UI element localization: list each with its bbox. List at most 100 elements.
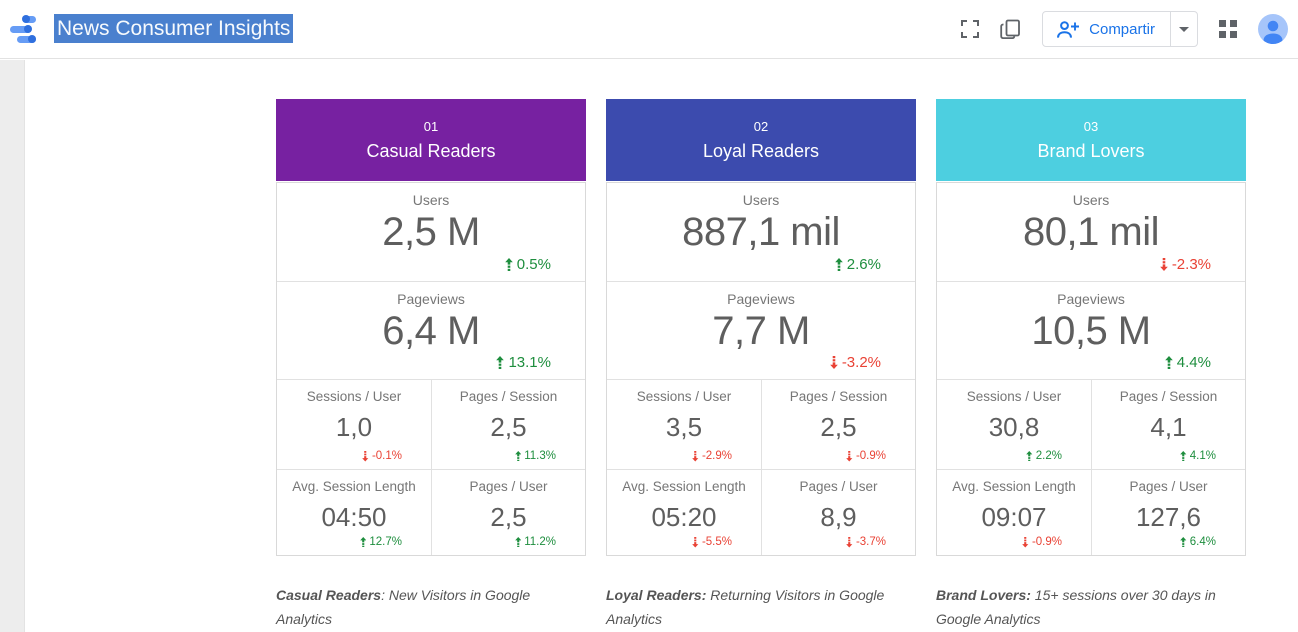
metric-label: Sessions / User xyxy=(637,389,732,404)
segment-definition-note: Loyal Readers: Returning Visitors in Goo… xyxy=(606,583,904,631)
metric-delta: -0.1% xyxy=(362,450,402,462)
person-icon xyxy=(1258,14,1288,44)
metric-delta: -3.2% xyxy=(830,354,881,371)
metric-delta: -0.9% xyxy=(846,450,886,462)
report-title[interactable]: News Consumer Insights xyxy=(54,16,293,42)
scorecard-row: Avg. Session Length 04:50 12.7% Pages / … xyxy=(277,469,585,555)
copy-pages-icon[interactable] xyxy=(1000,19,1021,40)
metric-delta: 4.4% xyxy=(1165,354,1211,371)
share-button[interactable]: Compartir xyxy=(1043,12,1170,46)
delta-arrow-icon xyxy=(496,356,504,369)
metric-label: Sessions / User xyxy=(967,389,1062,404)
metric-value: 2,5 xyxy=(490,412,526,442)
scorecard-users: Users 2,5 M 0.5% xyxy=(277,183,585,281)
metric-label: Pageviews xyxy=(397,291,465,307)
delta-arrow-icon xyxy=(846,537,853,548)
metric-label: Pages / User xyxy=(1129,479,1207,494)
metric-delta: 6.4% xyxy=(1180,536,1216,548)
metric-value: 4,1 xyxy=(1150,412,1186,442)
metric-value: 09:07 xyxy=(981,502,1046,532)
metric-value: 2,5 xyxy=(820,412,856,442)
delta-arrow-icon xyxy=(692,451,699,462)
metric-label: Users xyxy=(1073,192,1110,208)
metric-label: Pages / Session xyxy=(790,389,888,404)
delta-arrow-icon xyxy=(362,451,369,462)
app-topbar: News Consumer Insights Compartir xyxy=(0,0,1298,59)
scorecard-users: Users 80,1 mil -2.3% xyxy=(937,183,1245,281)
card-header: 02 Loyal Readers xyxy=(606,99,916,181)
metric-value: 887,1 mil xyxy=(682,209,840,255)
delta-arrow-icon xyxy=(830,356,838,369)
scorecard-row: Avg. Session Length 09:07 -0.9% Pages / … xyxy=(937,469,1245,555)
metric-value: 7,7 M xyxy=(712,308,810,354)
delta-arrow-icon xyxy=(1026,451,1033,462)
card-number: 02 xyxy=(606,119,916,134)
card-header: 01 Casual Readers xyxy=(276,99,586,181)
scorecard-sessions-per-user: Sessions / User 30,8 2.2% xyxy=(937,380,1091,469)
metric-value: 1,0 xyxy=(336,412,372,442)
card-header: 03 Brand Lovers xyxy=(936,99,1246,181)
metric-value: 80,1 mil xyxy=(1023,209,1159,255)
scorecard-pages-per-session: Pages / Session 4,1 4.1% xyxy=(1091,380,1245,469)
metric-delta: -2.9% xyxy=(692,450,732,462)
segment-definition-note: Casual Readers: New Visitors in Google A… xyxy=(276,583,574,631)
card-number: 01 xyxy=(276,119,586,134)
metric-value: 30,8 xyxy=(989,412,1040,442)
person-add-icon xyxy=(1056,20,1079,39)
metric-label: Sessions / User xyxy=(307,389,402,404)
metric-label: Avg. Session Length xyxy=(952,479,1076,494)
delta-arrow-icon xyxy=(846,451,853,462)
share-button-label: Compartir xyxy=(1089,21,1155,38)
card-title: Loyal Readers xyxy=(606,141,916,162)
metric-value: 6,4 M xyxy=(382,308,480,354)
metric-delta: 4.1% xyxy=(1180,450,1216,462)
user-avatar[interactable] xyxy=(1258,14,1288,44)
scorecard-avg-session-length: Avg. Session Length 05:20 -5.5% xyxy=(607,470,761,555)
metric-label: Pageviews xyxy=(727,291,795,307)
report-title-selected-text[interactable]: News Consumer Insights xyxy=(54,14,293,43)
segment-card-brand-lovers: 03 Brand Lovers Users 80,1 mil -2.3% Pag… xyxy=(936,99,1246,556)
delta-arrow-icon xyxy=(515,451,522,462)
scorecard-row: Avg. Session Length 05:20 -5.5% Pages / … xyxy=(607,469,915,555)
metric-label: Avg. Session Length xyxy=(292,479,416,494)
scorecard-users: Users 887,1 mil 2.6% xyxy=(607,183,915,281)
scorecard-pages-per-session: Pages / Session 2,5 -0.9% xyxy=(761,380,915,469)
metric-value: 05:20 xyxy=(651,502,716,532)
metric-label: Avg. Session Length xyxy=(622,479,746,494)
scorecard-pageviews: Pageviews 7,7 M -3.2% xyxy=(607,281,915,379)
metric-delta: 12.7% xyxy=(360,536,402,548)
delta-arrow-icon xyxy=(360,537,367,548)
delta-arrow-icon xyxy=(505,258,513,271)
canvas-left-margin xyxy=(0,60,25,632)
data-studio-logo-icon[interactable] xyxy=(10,15,37,44)
metric-label: Pageviews xyxy=(1057,291,1125,307)
scorecard-pages-per-user: Pages / User 2,5 11.2% xyxy=(431,470,585,555)
metric-value: 127,6 xyxy=(1136,502,1201,532)
scorecard-sessions-per-user: Sessions / User 3,5 -2.9% xyxy=(607,380,761,469)
delta-arrow-icon xyxy=(1165,356,1173,369)
card-title: Casual Readers xyxy=(276,141,586,162)
delta-arrow-icon xyxy=(835,258,843,271)
metric-label: Users xyxy=(413,192,450,208)
card-metrics: Users 2,5 M 0.5% Pageviews 6,4 M 13.1% S… xyxy=(276,182,586,556)
metric-delta: 0.5% xyxy=(505,256,551,273)
metric-delta: -0.9% xyxy=(1022,536,1062,548)
metric-delta: -3.7% xyxy=(846,536,886,548)
metric-label: Pages / Session xyxy=(1120,389,1218,404)
scorecard-pages-per-user: Pages / User 8,9 -3.7% xyxy=(761,470,915,555)
metric-label: Pages / User xyxy=(469,479,547,494)
share-options-dropdown[interactable] xyxy=(1170,12,1197,46)
fullscreen-icon[interactable] xyxy=(961,20,979,38)
topbar-actions: Compartir xyxy=(961,11,1288,47)
segment-definition-note: Brand Lovers: 15+ sessions over 30 days … xyxy=(936,583,1234,631)
card-title: Brand Lovers xyxy=(936,141,1246,162)
apps-grid-icon[interactable] xyxy=(1219,20,1237,38)
metric-delta: 11.3% xyxy=(515,450,556,462)
scorecard-pages-per-user: Pages / User 127,6 6.4% xyxy=(1091,470,1245,555)
delta-arrow-icon xyxy=(1180,451,1187,462)
metric-value: 2,5 xyxy=(490,502,526,532)
metric-label: Users xyxy=(743,192,780,208)
metric-delta: 13.1% xyxy=(496,354,551,371)
metric-value: 10,5 M xyxy=(1031,308,1150,354)
scorecard-pageviews: Pageviews 10,5 M 4.4% xyxy=(937,281,1245,379)
